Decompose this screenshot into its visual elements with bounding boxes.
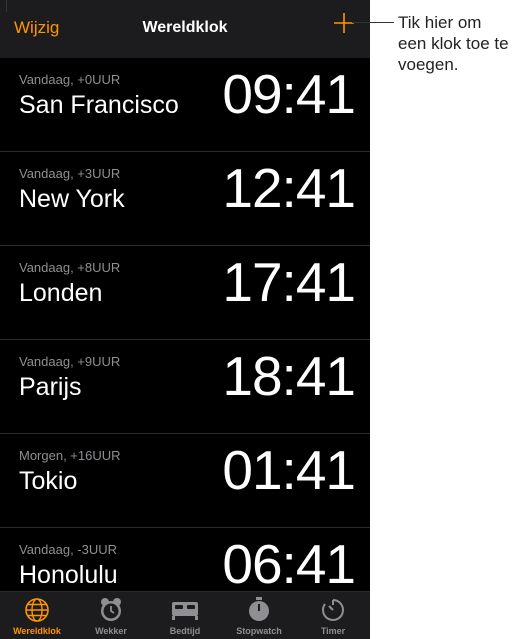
alarm-clock-icon <box>101 598 121 621</box>
clock-row-parijs[interactable]: Vandaag, +9UUR Parijs 18:41 <box>0 340 370 434</box>
tab-label: Bedtijd <box>169 626 201 636</box>
clock-city: Tokio <box>19 467 78 495</box>
clock-city: New York <box>19 185 125 213</box>
clock-time: 18:41 <box>222 345 356 407</box>
callout-text: Tik hier om een klok toe te voegen. <box>398 13 509 74</box>
tab-wereldklok[interactable]: Wereldklok <box>0 596 74 636</box>
clock-offset: Morgen, +16UUR <box>19 448 121 463</box>
clock-row-san-francisco[interactable]: Vandaag, +0UUR San Francisco 09:41 <box>0 58 370 152</box>
clock-offset: Vandaag, +8UUR <box>19 260 121 275</box>
clock-time: 17:41 <box>222 251 356 313</box>
clock-time: 01:41 <box>222 439 356 501</box>
timer-icon <box>322 599 344 621</box>
clock-time: 09:41 <box>222 63 356 125</box>
clock-time: 06:41 <box>222 533 356 591</box>
tab-timer[interactable]: Timer <box>296 596 370 636</box>
clock-city: Londen <box>19 279 103 307</box>
tab-label: Wereldklok <box>13 626 61 636</box>
clock-row-tokio[interactable]: Morgen, +16UUR Tokio 01:41 <box>0 434 370 528</box>
navigation-bar: Wijzig Wereldklok <box>0 0 370 58</box>
stopwatch-icon <box>249 597 269 621</box>
clock-city: San Francisco <box>19 91 179 119</box>
tab-wekker[interactable]: Wekker <box>74 596 148 636</box>
callout-line <box>352 22 394 23</box>
clock-offset: Vandaag, +0UUR <box>19 72 121 87</box>
clock-offset: Vandaag, +9UUR <box>19 354 121 369</box>
plus-icon <box>334 13 354 33</box>
add-clock-button[interactable] <box>333 12 355 34</box>
clock-row-new-york[interactable]: Vandaag, +3UUR New York 12:41 <box>0 152 370 246</box>
tab-stopwatch[interactable]: Stopwatch <box>222 596 296 636</box>
clock-city: Parijs <box>19 373 82 401</box>
tab-label: Wekker <box>95 626 127 636</box>
bed-icon <box>172 602 198 620</box>
tab-bar: Wereldklok Wekker Bedtijd Stopwatch Time… <box>0 591 370 639</box>
clock-row-honolulu[interactable]: Vandaag, -3UUR Honolulu 06:41 <box>0 528 370 591</box>
page-title: Wereldklok <box>142 19 228 36</box>
clock-row-londen[interactable]: Vandaag, +8UUR Londen 17:41 <box>0 246 370 340</box>
world-clock-screen: Wijzig Wereldklok Vandaag, +0UUR San Fra… <box>0 0 370 639</box>
clock-list: Vandaag, +0UUR San Francisco 09:41 Vanda… <box>0 58 370 591</box>
tab-bedtijd[interactable]: Bedtijd <box>148 596 222 636</box>
clock-time: 12:41 <box>222 157 356 219</box>
clock-offset: Vandaag, +3UUR <box>19 166 121 181</box>
callout-line-top <box>6 0 7 12</box>
globe-icon <box>25 598 49 622</box>
clock-offset: Vandaag, -3UUR <box>19 542 118 557</box>
tab-label: Stopwatch <box>236 626 282 636</box>
clock-city: Honolulu <box>19 561 118 589</box>
tab-label: Timer <box>320 626 346 636</box>
